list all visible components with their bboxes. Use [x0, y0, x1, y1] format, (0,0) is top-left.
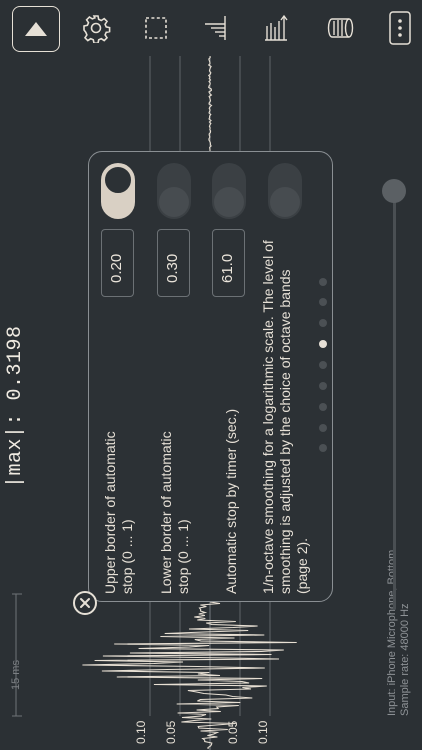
toolbar [0, 0, 422, 56]
page-dot[interactable] [319, 361, 327, 369]
gain-slider-track[interactable] [393, 200, 396, 610]
menu-button[interactable] [378, 6, 422, 50]
page-dot[interactable] [319, 444, 327, 452]
selection-button[interactable] [134, 6, 178, 50]
input-info: Input: iPhone Microphone, Bottom Sample … [386, 550, 412, 716]
tick-label: 0.05 [226, 720, 240, 744]
time-scale-label: 15 ms [10, 660, 22, 690]
tick-label: 0.10 [134, 720, 148, 744]
timer-value: 61.0 [219, 253, 236, 283]
collapse-button[interactable] [12, 6, 60, 52]
page-dot[interactable] [319, 424, 327, 432]
toggle-upper-border[interactable] [101, 163, 135, 219]
record-button[interactable] [318, 6, 362, 50]
tick-label: 0.10 [256, 720, 270, 744]
max-readout: |max|: 0.3198 [4, 325, 27, 488]
tick-label: 0.05 [164, 720, 178, 744]
close-icon [80, 598, 90, 608]
page-dot[interactable] [319, 382, 327, 390]
gear-icon [83, 15, 111, 43]
page-indicator [319, 278, 329, 452]
upper-border-label: Upper border of automatic stop (0 ... 1) [102, 431, 135, 594]
more-vertical-icon [389, 11, 411, 45]
level-scale-icon [205, 16, 226, 40]
page-dot[interactable] [319, 298, 327, 306]
level-button[interactable] [194, 6, 238, 50]
sample-rate: Sample rate: 48000 Hz [399, 603, 411, 716]
gain-slider-knob[interactable] [382, 179, 406, 203]
page-dot-active[interactable] [319, 340, 327, 348]
toggle-lower-border[interactable] [157, 163, 191, 219]
close-panel-button[interactable] [73, 591, 97, 615]
page-dot[interactable] [319, 278, 327, 286]
dashed-square-icon [145, 17, 167, 39]
smoothing-description: 1/n-octave smoothing for a logarithmic s… [260, 240, 310, 594]
timer-label: Automatic stop by timer (sec.) [223, 408, 239, 594]
triangle-up-icon [25, 22, 47, 36]
bars-button[interactable] [254, 6, 298, 50]
page-dot[interactable] [319, 319, 327, 327]
toggle-octave-smoothing[interactable] [268, 163, 302, 219]
lower-border-value: 0.30 [164, 253, 181, 283]
cylinder-icon [327, 18, 354, 38]
bars-arrow-icon [265, 14, 288, 41]
upper-border-value: 0.20 [108, 253, 125, 283]
settings-button[interactable] [74, 6, 118, 50]
page-dot[interactable] [319, 403, 327, 411]
lower-border-label: Lower border of automatic stop (0 ... 1) [158, 431, 191, 594]
toggle-timer-stop[interactable] [212, 163, 246, 219]
